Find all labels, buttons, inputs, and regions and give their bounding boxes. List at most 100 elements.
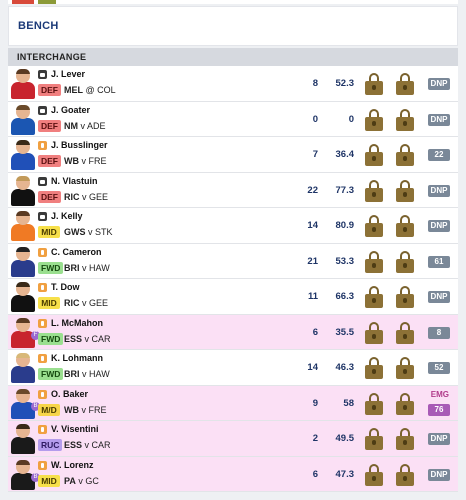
lock-captain-icon[interactable] [365,357,383,379]
player-row[interactable]: J. Kelly MID GWS v STK 14 80.9 DNP [8,208,458,244]
player-avatar[interactable] [11,175,35,206]
lock-trade-icon[interactable] [396,286,414,308]
lock-captain-icon[interactable] [365,73,383,95]
games-played: 21 [307,255,318,267]
lock-captain-icon[interactable] [365,215,383,237]
player-name[interactable]: T. Dow [51,282,80,292]
fixture: GWS v STK [64,227,113,237]
player-name[interactable]: W. Lorenz [51,460,94,470]
player-row[interactable]: B W. Lorenz MID PA v GC 6 47.3 DNP [8,456,458,492]
player-row[interactable]: B O. Baker M/D WB v FRE 9 58 EMG 76 [8,385,458,421]
game-locked-icon [38,176,47,186]
player-row[interactable]: T. Dow MID RIC v GEE 11 66.3 DNP [8,279,458,315]
lock-captain-icon[interactable] [365,286,383,308]
player-team: GWS [64,227,86,237]
player-name[interactable]: J. Kelly [51,211,83,221]
avatar-hair [16,459,30,465]
games-played: 8 [312,78,318,89]
opponent-team: FRE [88,156,107,166]
interchange-header: INTERCHANGE [8,48,458,66]
player-avatar[interactable] [11,424,35,454]
position-badge: DEF [38,84,61,96]
avatar-hair [16,388,30,394]
lock-trade-icon[interactable] [396,73,414,95]
lock-captain-icon[interactable] [365,392,383,415]
lock-captain-icon[interactable] [365,108,383,131]
player-avatar[interactable]: B [11,459,40,490]
fixture-separator: v [82,262,87,273]
player-name[interactable]: V. Visentini [51,424,99,434]
player-name[interactable]: C. Cameron [51,247,102,257]
games-played: 2 [312,433,318,444]
player-row[interactable]: J. Busslinger DEF WB v FRE 7 36.4 22 [8,137,458,173]
lock-trade-icon[interactable] [396,392,414,415]
lock-captain-icon[interactable] [365,321,383,344]
player-name[interactable]: K. Lohmann [51,353,103,363]
fixture: WB v FRE [64,405,107,415]
player-name[interactable]: J. Lever [51,69,85,79]
lock-trade-icon[interactable] [396,215,414,237]
position-badge: DEF [38,119,61,132]
opponent-team: FRE [88,404,107,415]
player-row[interactable]: J. Goater DEF NM v ADE 0 0 DNP [8,101,458,137]
player-avatar[interactable]: F [11,317,40,348]
player-row[interactable]: K. Lohmann FWD BRI v HAW 14 46.3 52 [8,350,458,386]
fixture: PA v GC [64,476,99,486]
lock-captain-icon[interactable] [365,463,383,486]
lock-trade-icon[interactable] [396,250,414,273]
player-avatar[interactable] [11,246,35,277]
game-upcoming-icon [38,425,47,434]
fixture: BRI v HAW [64,263,110,273]
fixture: RIC v GEE [64,192,108,202]
lock-trade-icon[interactable] [396,144,414,166]
lock-captain-icon[interactable] [365,144,383,166]
player-team: WB [64,404,79,415]
game-locked-icon [38,105,47,115]
avatar-jersey [11,153,35,170]
player-row[interactable]: J. Lever DEF MEL @ COL 8 52.3 DNP [8,66,458,102]
score-tag: 61 [428,255,450,268]
fixture: BRI v HAW [64,369,110,379]
lock-trade-icon[interactable] [396,357,414,379]
avatar-jersey [11,259,35,277]
player-name[interactable]: J. Goater [51,105,90,115]
score-tag: DNP [428,291,450,303]
lock-trade-icon[interactable] [396,428,414,450]
player-row[interactable]: C. Cameron FWD BRI v HAW 21 53.3 61 [8,243,458,279]
player-row[interactable]: V. Visentini RUC ESS v CAR 2 49.5 DNP [8,421,458,457]
player-list: J. Lever DEF MEL @ COL 8 52.3 DNP J. Goa… [8,66,458,492]
bench-header[interactable]: BENCH [8,6,458,46]
player-avatar[interactable] [11,353,35,383]
fixture: RIC v GEE [64,298,108,308]
lock-trade-icon[interactable] [396,108,414,131]
position-badge: M/D [38,403,60,416]
player-avatar[interactable] [11,282,35,312]
player-name[interactable]: J. Busslinger [51,140,108,150]
sliver-badge-fragment [38,0,56,4]
player-name[interactable]: L. McMahon [51,318,103,328]
player-avatar[interactable] [11,69,35,99]
player-avatar[interactable]: B [11,388,40,419]
player-avatar[interactable] [11,104,35,135]
player-name[interactable]: N. Vlastuin [51,176,98,186]
fixture-separator: v [84,440,90,450]
average-score: 53.3 [335,255,355,267]
avatar-hair [16,317,30,323]
player-team: BRI [64,262,80,273]
fixture-separator: v [88,227,93,237]
position-badge: FWD [38,261,64,274]
games-played: 11 [307,291,318,302]
player-row[interactable]: F L. McMahon FWD ESS v CAR 6 35.5 8 [8,314,458,350]
lock-captain-icon[interactable] [365,428,383,450]
player-avatar[interactable] [11,140,35,170]
lock-captain-icon[interactable] [365,179,383,202]
player-row[interactable]: N. Vlastuin DEF RIC v GEE 22 77.3 DNP [8,172,458,208]
avatar-hair [16,246,30,252]
lock-trade-icon[interactable] [396,463,414,486]
player-avatar[interactable] [11,211,35,241]
game-locked-icon [38,70,47,79]
lock-captain-icon[interactable] [365,250,383,273]
player-name[interactable]: O. Baker [51,389,88,399]
lock-trade-icon[interactable] [396,179,414,202]
lock-trade-icon[interactable] [396,321,414,344]
